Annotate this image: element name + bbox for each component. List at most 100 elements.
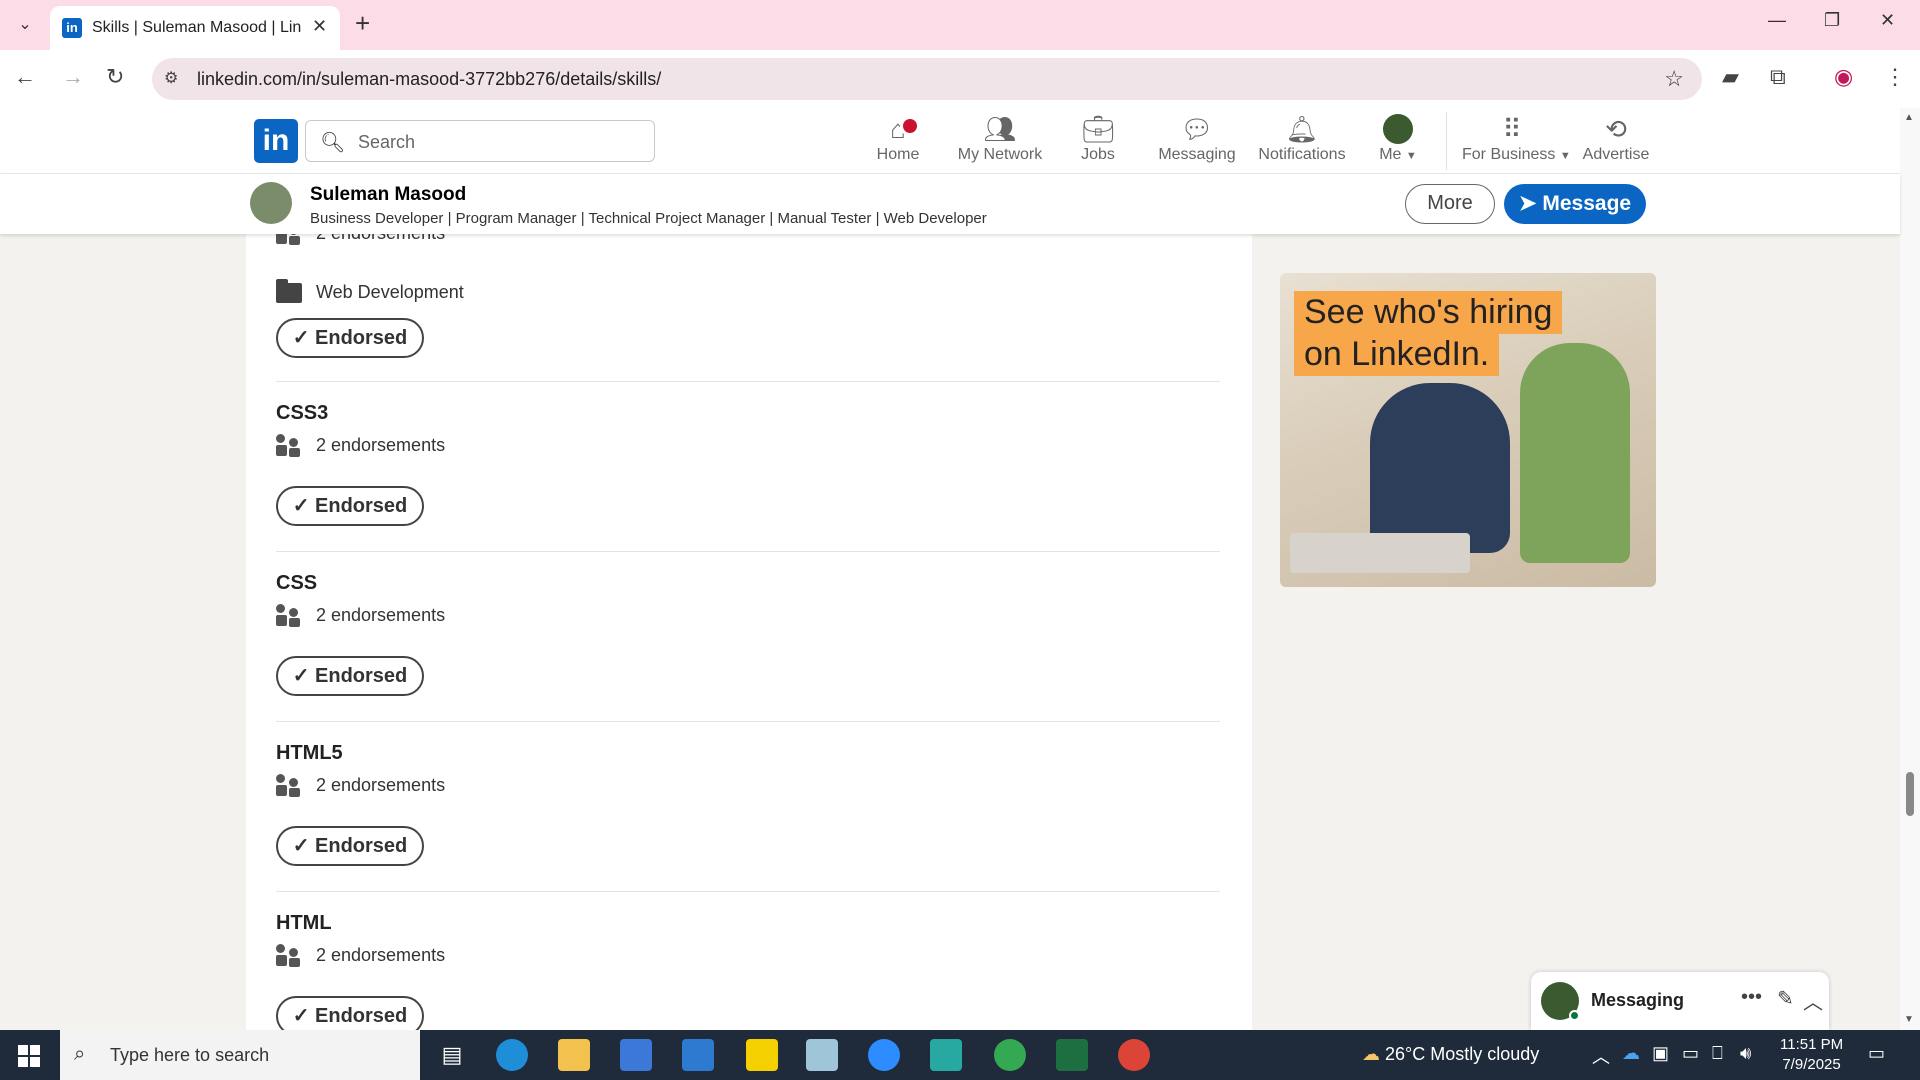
- scroll-down-icon[interactable]: ▼: [1904, 1014, 1914, 1025]
- nav-jobs[interactable]: 💼︎ Jobs: [1072, 114, 1124, 170]
- home-icon: ⌂: [890, 114, 906, 144]
- search-input[interactable]: 🔍︎ Search: [305, 120, 655, 162]
- skills-list: 2 endorsements Web Development ✓ Endorse…: [246, 234, 1252, 1030]
- zoom-icon[interactable]: [868, 1039, 900, 1071]
- chevron-up-icon[interactable]: ︿: [1592, 1043, 1610, 1069]
- people-icon: [276, 604, 302, 627]
- sticky-notes-icon[interactable]: [746, 1039, 778, 1071]
- scroll-up-icon[interactable]: ▲: [1904, 112, 1914, 123]
- page-scrollbar[interactable]: ▲ ▼: [1900, 108, 1920, 1030]
- tab-search-icon[interactable]: ⌄: [10, 12, 40, 38]
- restore-icon[interactable]: ❐: [1824, 10, 1840, 31]
- linkedin-logo[interactable]: in: [254, 119, 298, 163]
- excel-icon[interactable]: [1056, 1039, 1088, 1071]
- taskbar-search-input[interactable]: ⌕ Type here to search: [60, 1030, 420, 1080]
- nav-advertise[interactable]: ⟲ Advertise: [1580, 114, 1652, 170]
- extension-wallet-icon[interactable]: ▰: [1722, 64, 1739, 90]
- nav-messaging[interactable]: 💬︎ Messaging: [1156, 114, 1238, 170]
- message-button[interactable]: ➤ Message: [1504, 184, 1646, 224]
- tab-title: Skills | Suleman Masood | LinkedIn: [92, 19, 302, 36]
- tab-close-icon[interactable]: ✕: [312, 16, 327, 37]
- extensions-icon[interactable]: ⧉: [1770, 64, 1786, 90]
- divider: [276, 891, 1220, 892]
- weather-widget[interactable]: ☁ 26°C Mostly cloudy: [1362, 1044, 1539, 1065]
- skill-name[interactable]: CSS3: [276, 402, 1226, 425]
- ad-headline-line2: on LinkedIn.: [1294, 333, 1500, 376]
- nav-for-business[interactable]: ⠿ For Business ▼: [1462, 114, 1571, 170]
- task-view-icon[interactable]: ▤: [436, 1039, 468, 1071]
- profile-icon[interactable]: ◉: [1834, 64, 1853, 90]
- chevron-down-icon: ▼: [1559, 150, 1571, 162]
- volume-icon[interactable]: 🔊︎: [1740, 1043, 1751, 1064]
- edge-icon[interactable]: [496, 1039, 528, 1071]
- skill-endorsements[interactable]: 2 endorsements: [276, 944, 445, 967]
- scrollbar-thumb[interactable]: [1906, 772, 1914, 816]
- folder-icon: [276, 278, 302, 303]
- mail-icon[interactable]: [682, 1039, 714, 1071]
- reload-icon[interactable]: ↻: [106, 64, 124, 90]
- notifications-icon[interactable]: ▭: [1868, 1043, 1885, 1064]
- more-options-icon[interactable]: •••: [1741, 986, 1762, 1009]
- battery-icon[interactable]: ▭: [1682, 1043, 1699, 1064]
- file-explorer-icon[interactable]: [558, 1039, 590, 1071]
- browser-tab[interactable]: in Skills | Suleman Masood | LinkedIn ✕: [50, 6, 340, 50]
- home-notification-badge: [900, 116, 920, 136]
- profile-name[interactable]: Suleman Masood: [310, 184, 466, 206]
- skill-endorsements[interactable]: 2 endorsements: [276, 774, 445, 797]
- skill-name[interactable]: HTML5: [276, 742, 1226, 765]
- chrome-icon[interactable]: [994, 1039, 1026, 1071]
- endorsed-button[interactable]: ✓ Endorsed: [276, 826, 424, 866]
- minimize-icon[interactable]: —: [1768, 10, 1786, 31]
- nav-notifications[interactable]: 🔔︎ Notifications: [1252, 114, 1352, 170]
- divider: [276, 551, 1220, 552]
- chevron-down-icon: ▼: [1405, 150, 1417, 162]
- omnibox[interactable]: ⚙ linkedin.com/in/suleman-masood-3772bb2…: [152, 58, 1702, 100]
- messaging-title[interactable]: Messaging: [1591, 990, 1684, 1011]
- new-tab-icon[interactable]: +: [355, 8, 370, 39]
- people-icon: [276, 944, 302, 967]
- endorsed-button[interactable]: ✓ Endorsed: [276, 486, 424, 526]
- skill-name[interactable]: CSS: [276, 572, 1226, 595]
- messaging-widget[interactable]: Messaging ••• ✎ ︿: [1531, 972, 1829, 1030]
- microsoft-store-icon[interactable]: [620, 1039, 652, 1071]
- briefcase-icon: 💼︎: [1081, 114, 1115, 144]
- partial-endorsements[interactable]: 2 endorsements: [276, 234, 445, 245]
- back-icon[interactable]: ←: [14, 64, 36, 90]
- endorsed-button[interactable]: ✓ Endorsed: [276, 656, 424, 696]
- clock[interactable]: 11:51 PM 7/9/2025: [1780, 1035, 1843, 1075]
- bookmark-star-icon[interactable]: ☆: [1664, 66, 1684, 92]
- app-icon[interactable]: [930, 1039, 962, 1071]
- profile-avatar[interactable]: [250, 182, 292, 224]
- nav-home[interactable]: ⌂ Home: [866, 114, 930, 170]
- network-icon[interactable]: ⎕: [1712, 1043, 1723, 1064]
- skill-context[interactable]: Web Development: [276, 278, 464, 303]
- compose-icon[interactable]: ✎: [1777, 986, 1794, 1011]
- more-button[interactable]: More: [1405, 184, 1495, 224]
- ad-headline-line1: See who's hiring: [1294, 291, 1563, 334]
- ad-laptop-image: [1290, 533, 1470, 573]
- tray-app-icon[interactable]: ▣: [1652, 1043, 1669, 1064]
- search-placeholder: Search: [358, 132, 416, 152]
- hiring-ad[interactable]: See who's hiring on LinkedIn.: [1280, 273, 1656, 587]
- skill-endorsements[interactable]: 2 endorsements: [276, 604, 445, 627]
- chevron-up-icon[interactable]: ︿: [1803, 986, 1823, 1015]
- close-window-icon[interactable]: ✕: [1880, 10, 1895, 31]
- app-icon[interactable]: [806, 1039, 838, 1071]
- site-info-icon[interactable]: ⚙: [164, 68, 178, 88]
- nav-my-network[interactable]: 👥︎ My Network: [952, 114, 1048, 170]
- chrome-active-icon[interactable]: [1118, 1039, 1150, 1071]
- header-divider: [1446, 112, 1447, 170]
- windows-start-icon[interactable]: [18, 1045, 40, 1067]
- url-text[interactable]: linkedin.com/in/suleman-masood-3772bb276…: [197, 69, 661, 90]
- cloud-icon: ☁: [1362, 1044, 1380, 1064]
- endorsed-button[interactable]: ✓ Endorsed: [276, 996, 424, 1030]
- forward-icon[interactable]: →: [62, 64, 84, 90]
- skill-name[interactable]: HTML: [276, 912, 1226, 935]
- avatar: [1383, 114, 1413, 144]
- linkedin-favicon-icon: in: [62, 18, 82, 38]
- endorsed-button[interactable]: ✓ Endorsed: [276, 318, 424, 358]
- browser-menu-icon[interactable]: ⋮: [1884, 64, 1906, 90]
- onedrive-icon[interactable]: ☁: [1622, 1043, 1640, 1064]
- skill-endorsements[interactable]: 2 endorsements: [276, 434, 445, 457]
- nav-me[interactable]: Me ▼: [1370, 114, 1426, 170]
